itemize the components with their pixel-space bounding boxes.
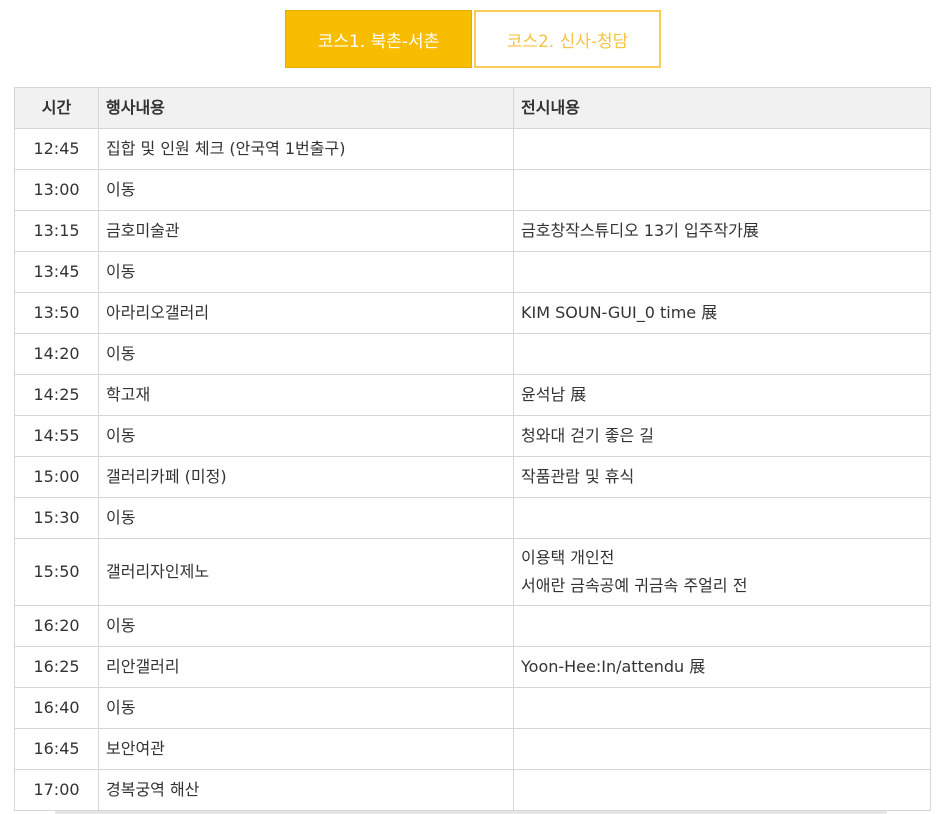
- cell-event: 갤러리카페 (미정): [98, 456, 514, 498]
- cell-exhibition: 작품관람 및 휴식: [513, 456, 931, 498]
- cell-event: 이동: [98, 415, 514, 457]
- cell-event: 이동: [98, 687, 514, 729]
- cell-exhibition: [513, 251, 931, 293]
- table-row: 15:30 이동: [14, 497, 931, 539]
- cell-event: 이동: [98, 251, 514, 293]
- cell-time: 13:45: [14, 251, 99, 293]
- cell-event: 아라리오갤러리: [98, 292, 514, 334]
- cell-event: 보안여관: [98, 728, 514, 770]
- tab-course-1[interactable]: 코스1. 북촌-서촌: [285, 10, 472, 68]
- cell-time: 15:00: [14, 456, 99, 498]
- cell-exhibition: [513, 728, 931, 770]
- cell-event: 이동: [98, 169, 514, 211]
- cell-event: 갤러리자인제노: [98, 538, 514, 606]
- cell-event: 이동: [98, 333, 514, 375]
- table-row: 13:45 이동: [14, 251, 931, 293]
- cell-exhibition: [513, 605, 931, 647]
- cell-exhibition: [513, 169, 931, 211]
- cell-event: 금호미술관: [98, 210, 514, 252]
- cell-event: 경복궁역 해산: [98, 769, 514, 811]
- cell-time: 17:00: [14, 769, 99, 811]
- course-tabs: 코스1. 북촌-서촌 코스2. 신사-청담: [285, 10, 661, 68]
- cell-time: 16:20: [14, 605, 99, 647]
- cell-time: 15:50: [14, 538, 99, 606]
- cell-exhibition: [513, 497, 931, 539]
- table-row: 15:50 갤러리자인제노 이용택 개인전 서애란 금속공예 귀금속 주얼리 전: [14, 538, 931, 606]
- cell-time: 16:40: [14, 687, 99, 729]
- cell-time: 14:20: [14, 333, 99, 375]
- table-row: 17:00 경복궁역 해산: [14, 769, 931, 811]
- table-row: 16:40 이동: [14, 687, 931, 729]
- table-row: 14:25 학고재 윤석남 展: [14, 374, 931, 416]
- cell-time: 16:25: [14, 646, 99, 688]
- cell-exhibition: KIM SOUN-GUI_0 time 展: [513, 292, 931, 334]
- cell-exhibition: 이용택 개인전 서애란 금속공예 귀금속 주얼리 전: [513, 538, 931, 606]
- cell-event: 학고재: [98, 374, 514, 416]
- header-event: 행사내용: [98, 87, 514, 129]
- cell-exhibition-line-2: 서애란 금속공예 귀금속 주얼리 전: [521, 576, 748, 595]
- table-row: 13:15 금호미술관 금호창작스튜디오 13기 입주작가展: [14, 210, 931, 252]
- tab-course-2[interactable]: 코스2. 신사-청담: [474, 10, 661, 68]
- cell-time: 13:00: [14, 169, 99, 211]
- cell-time: 14:55: [14, 415, 99, 457]
- tab-course-1-label: 코스1. 북촌-서촌: [317, 31, 440, 52]
- cell-exhibition: Yoon-Hee:In/attendu 展: [513, 646, 931, 688]
- cell-time: 16:45: [14, 728, 99, 770]
- header-time: 시간: [14, 87, 99, 129]
- table-row: 16:25 리안갤러리 Yoon-Hee:In/attendu 展: [14, 646, 931, 688]
- tab-course-2-label: 코스2. 신사-청담: [506, 31, 629, 52]
- cell-event: 이동: [98, 497, 514, 539]
- cell-exhibition-line-1: 이용택 개인전: [521, 548, 615, 567]
- cell-event: 이동: [98, 605, 514, 647]
- cell-exhibition: [513, 687, 931, 729]
- cell-exhibition: [513, 769, 931, 811]
- cell-exhibition: 윤석남 展: [513, 374, 931, 416]
- cell-time: 12:45: [14, 128, 99, 170]
- cell-event: 집합 및 인원 체크 (안국역 1번출구): [98, 128, 514, 170]
- cell-exhibition: 금호창작스튜디오 13기 입주작가展: [513, 210, 931, 252]
- cell-time: 13:50: [14, 292, 99, 334]
- schedule-table: 시간 행사내용 전시내용 12:45 집합 및 인원 체크 (안국역 1번출구)…: [14, 87, 931, 811]
- table-row: 13:00 이동: [14, 169, 931, 211]
- table-row: 14:55 이동 청와대 걷기 좋은 길: [14, 415, 931, 457]
- table-row: 12:45 집합 및 인원 체크 (안국역 1번출구): [14, 128, 931, 170]
- cell-exhibition: 청와대 걷기 좋은 길: [513, 415, 931, 457]
- cell-time: 15:30: [14, 497, 99, 539]
- cell-time: 13:15: [14, 210, 99, 252]
- header-exhibition: 전시내용: [513, 87, 931, 129]
- cell-exhibition: [513, 333, 931, 375]
- table-row: 14:20 이동: [14, 333, 931, 375]
- cell-time: 14:25: [14, 374, 99, 416]
- table-header-row: 시간 행사내용 전시내용: [14, 87, 931, 129]
- cell-event: 리안갤러리: [98, 646, 514, 688]
- table-row: 15:00 갤러리카페 (미정) 작품관람 및 휴식: [14, 456, 931, 498]
- table-row: 13:50 아라리오갤러리 KIM SOUN-GUI_0 time 展: [14, 292, 931, 334]
- table-row: 16:20 이동: [14, 605, 931, 647]
- cell-exhibition: [513, 128, 931, 170]
- table-row: 16:45 보안여관: [14, 728, 931, 770]
